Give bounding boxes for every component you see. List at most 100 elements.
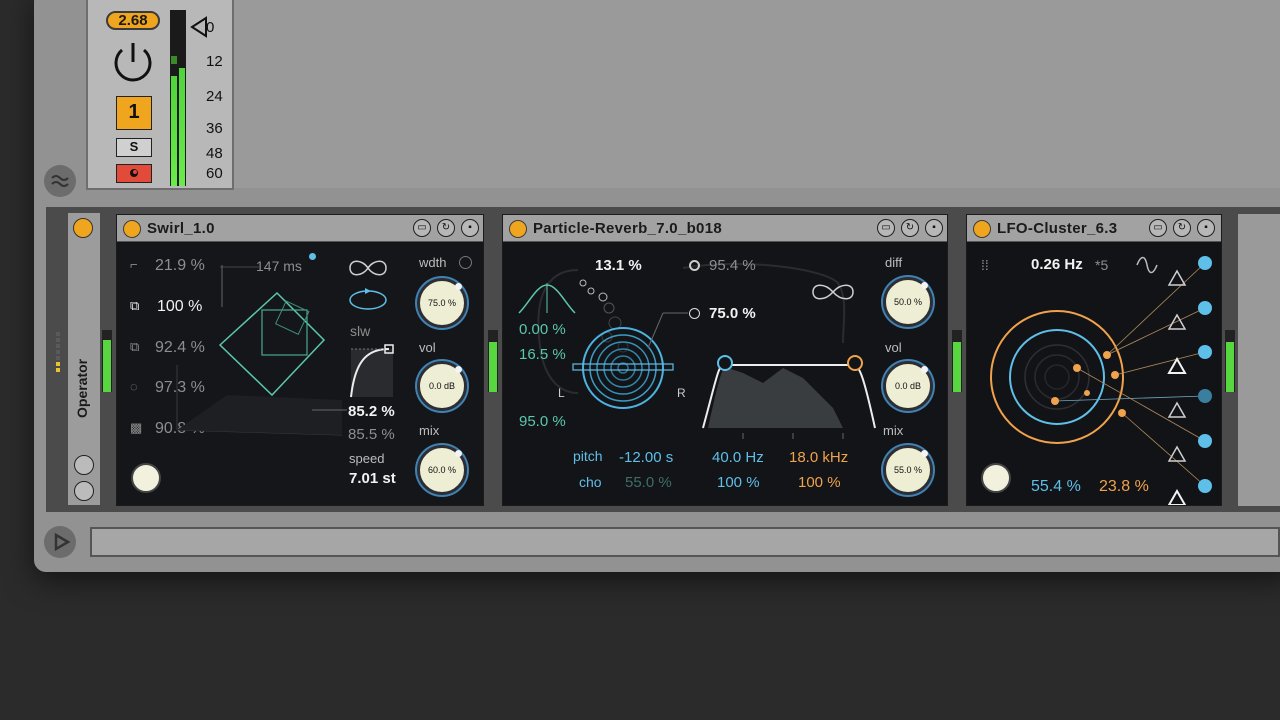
db-24: 24: [206, 88, 223, 105]
swirl-hotswap-icon[interactable]: ↻: [437, 219, 455, 237]
play-clip-button[interactable]: [44, 526, 76, 558]
pitch-value[interactable]: -12.00 s: [619, 449, 673, 466]
swirl-power-button[interactable]: [123, 220, 141, 238]
lfo-power-button[interactable]: [973, 220, 991, 238]
reverb-expand-icon[interactable]: ▭: [877, 219, 895, 237]
pan-left-label: L: [558, 386, 565, 400]
swirl-expand-icon[interactable]: ▭: [413, 219, 431, 237]
meter-3: [952, 330, 962, 392]
reverb-title: Particle-Reverb_7.0_b018: [533, 220, 722, 237]
lfo-value-orange[interactable]: 23.8 %: [1099, 478, 1149, 496]
swirl-toggle-button[interactable]: [131, 463, 161, 493]
meter-2: [488, 330, 498, 392]
device-particle-reverb: Particle-Reverb_7.0_b018 ▭ ↻ ▪ 13.1 % 95…: [502, 214, 948, 506]
next-device-stub: [1238, 214, 1280, 506]
reverb-vol-knob[interactable]: 0.0 dB: [883, 361, 933, 411]
reverb-teal2[interactable]: 16.5 %: [519, 346, 566, 363]
lfo-value-blue[interactable]: 55.4 %: [1031, 478, 1081, 496]
swirl-header: Swirl_1.0 ▭ ↻ ▪: [117, 215, 483, 242]
tempo-display[interactable]: 2.68: [106, 11, 160, 30]
pan-knob-icon[interactable]: [110, 40, 156, 88]
swirl-title: Swirl_1.0: [147, 220, 215, 237]
swap-view-button[interactable]: [44, 165, 76, 197]
speed-value[interactable]: 7.01 st: [349, 470, 396, 487]
reverb-mix-knob[interactable]: 55.0 %: [883, 445, 933, 495]
device-swirl: Swirl_1.0 ▭ ↻ ▪ ⌐ 21.9 % ⧉ 100 % ⧉ 92.4 …: [116, 214, 484, 506]
db-12: 12: [206, 53, 223, 70]
param-icon-1: ⌐: [130, 257, 138, 272]
chain-dots: [56, 330, 62, 390]
detail-view-bar[interactable]: [90, 527, 1280, 557]
swirl-value1[interactable]: 85.2 %: [348, 403, 395, 420]
swirl-save-icon[interactable]: ▪: [461, 219, 479, 237]
record-arm-icon: [130, 169, 138, 177]
reverb-teal1[interactable]: 0.00 %: [519, 321, 566, 338]
param-icon-4: ◌: [130, 379, 138, 394]
operator-save-icon[interactable]: [74, 481, 94, 501]
db-0: 0: [206, 19, 215, 36]
param-icon-2: ⧉: [130, 298, 140, 313]
target-icon: [689, 260, 700, 271]
cho-value[interactable]: 55.0 %: [625, 474, 672, 491]
wdth-mode-icon[interactable]: [459, 256, 472, 269]
vol-label: vol: [419, 340, 436, 355]
meter-1: [102, 330, 112, 392]
reverb-header: Particle-Reverb_7.0_b018 ▭ ↻ ▪: [503, 215, 947, 242]
param-icon-3: ⧉: [130, 339, 140, 354]
db-48: 48: [206, 145, 223, 162]
high-freq[interactable]: 18.0 kHz: [789, 449, 848, 466]
loop-icon[interactable]: [347, 287, 389, 313]
reverb-p3[interactable]: 75.0 %: [709, 305, 756, 322]
param-icon-5: ▩: [130, 420, 143, 435]
reverb-save-icon[interactable]: ▪: [925, 219, 943, 237]
low-freq[interactable]: 40.0 Hz: [712, 449, 764, 466]
pan-right-label: R: [677, 386, 686, 400]
operator-device-collapsed: Operator: [68, 213, 100, 505]
arm-button[interactable]: [116, 164, 152, 183]
vol-knob[interactable]: 0.0 dB: [417, 361, 467, 411]
meter-4: [1225, 330, 1235, 392]
pitch-label: pitch: [573, 448, 603, 464]
circle-icon: [689, 308, 700, 319]
diff-label: diff: [885, 255, 903, 270]
slw-curve[interactable]: [347, 341, 397, 399]
operator-hotswap-icon[interactable]: [74, 455, 94, 475]
solo-button[interactable]: S: [116, 138, 152, 157]
reverb-p2[interactable]: 95.4 %: [709, 257, 756, 274]
slw-label: slw: [350, 323, 371, 339]
reverb-hotswap-icon[interactable]: ↻: [901, 219, 919, 237]
high-pct[interactable]: 100 %: [798, 474, 841, 491]
reverb-p1[interactable]: 13.1 %: [595, 257, 642, 274]
db-60: 60: [206, 165, 223, 182]
wdth-label: wdth: [419, 255, 447, 270]
wave-icon: [51, 175, 69, 187]
speed-label: speed: [349, 451, 385, 466]
device-lfo-cluster: LFO-Cluster_6.3 ▭ ↻ ▪ ⁞⁞ 0.26 Hz *5 55.4…: [966, 214, 1222, 506]
swirl-visualizer: [176, 265, 347, 436]
lfo-toggle-button[interactable]: [981, 463, 1011, 493]
swirl-value2[interactable]: 85.5 %: [348, 426, 395, 443]
operator-label: Operator: [74, 358, 90, 418]
wdth-knob[interactable]: 75.0 %: [417, 278, 467, 328]
mixer-strip: 2.68 1 S 0 12 24 36 48 60: [86, 0, 234, 190]
session-area: [86, 0, 1280, 188]
low-pct[interactable]: 100 %: [717, 474, 760, 491]
track-activator-button[interactable]: 1: [116, 96, 152, 130]
reverb-vol-label: vol: [885, 340, 902, 355]
lfo-header: LFO-Cluster_6.3 ▭ ↻ ▪: [967, 215, 1221, 242]
mix-knob[interactable]: 60.0 %: [417, 445, 467, 495]
play-icon: [54, 532, 71, 552]
cho-label: cho: [579, 474, 602, 490]
operator-power-button[interactable]: [73, 218, 93, 238]
lfo-title: LFO-Cluster_6.3: [997, 220, 1118, 237]
diff-knob[interactable]: 50.0 %: [883, 277, 933, 327]
db-36: 36: [206, 120, 223, 137]
reverb-mix-label: mix: [883, 423, 904, 438]
reverb-teal3[interactable]: 95.0 %: [519, 413, 566, 430]
mix-label: mix: [419, 423, 440, 438]
lfo-save-icon[interactable]: ▪: [1197, 219, 1215, 237]
lfo-hotswap-icon[interactable]: ↻: [1173, 219, 1191, 237]
reverb-power-button[interactable]: [509, 220, 527, 238]
lfo-expand-icon[interactable]: ▭: [1149, 219, 1167, 237]
infinity-icon[interactable]: [347, 257, 389, 279]
